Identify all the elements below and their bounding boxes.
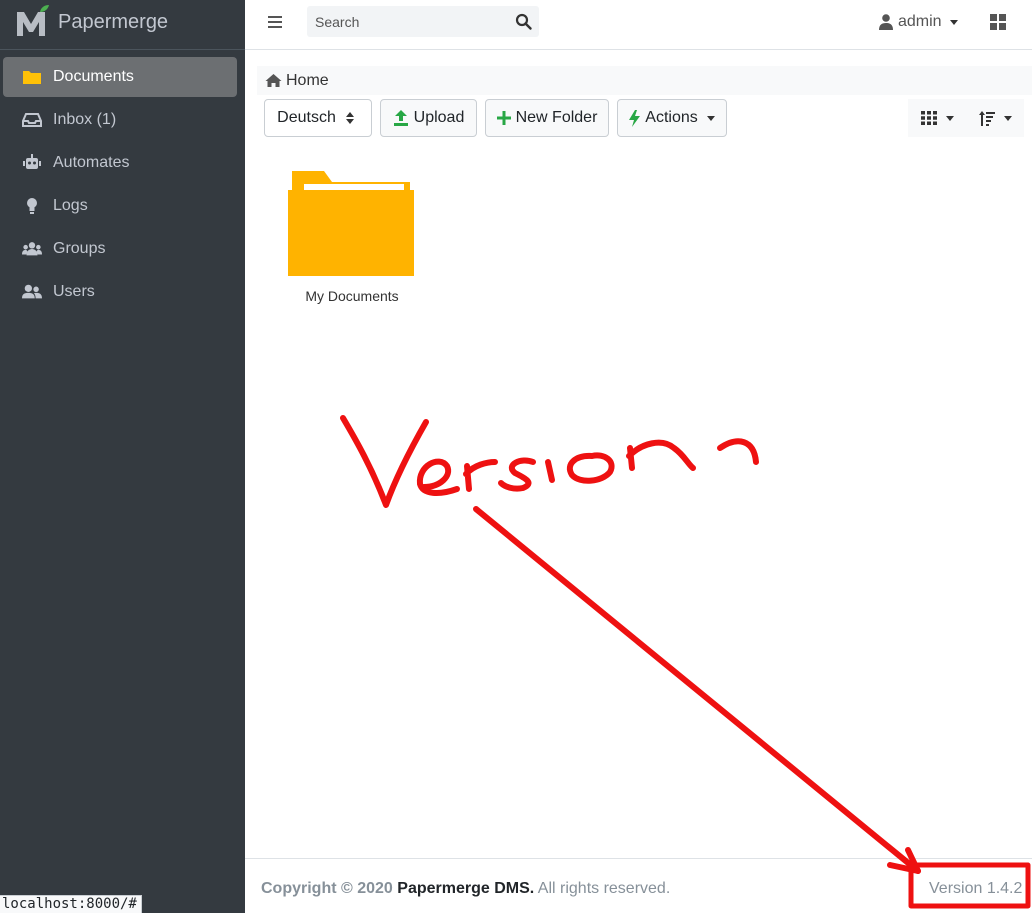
grid-view-icon [920, 111, 937, 125]
sidebar-item-groups[interactable]: Groups [3, 229, 237, 269]
sidebar-item-automates[interactable]: Automates [3, 143, 237, 183]
robot-icon [23, 154, 41, 169]
actions-label: Actions [645, 109, 698, 126]
copyright-suffix: All rights reserved. [537, 880, 671, 897]
select-arrows-icon [345, 112, 354, 124]
sidebar-item-documents[interactable]: Documents [3, 57, 237, 97]
folder-item[interactable]: My Documents [288, 170, 416, 310]
sidebar-item-label: Automates [53, 154, 130, 171]
chevron-down-icon [945, 115, 954, 121]
copyright-text: Copyright © 2020 Papermerge DMS. All rig… [261, 880, 670, 898]
papermerge-logo-icon [17, 5, 49, 36]
url-status-bar: localhost:8000/# [0, 895, 142, 913]
folder-icon [23, 71, 41, 84]
sidebar-nav: Documents Inbox (1) Automates Logs Group… [0, 57, 245, 315]
footer: Copyright © 2020 Papermerge DMS. All rig… [245, 858, 1032, 913]
plus-icon [496, 111, 511, 125]
folder-icon [288, 171, 414, 276]
copyright-brand[interactable]: Papermerge DMS. [397, 880, 534, 897]
folder-name: My Documents [305, 288, 399, 304]
sidebar-item-label: Users [53, 283, 95, 300]
new-folder-button[interactable]: New Folder [485, 99, 609, 137]
search-input[interactable] [307, 6, 507, 37]
actions-dropdown[interactable]: Actions [617, 99, 727, 137]
view-mode-dropdown[interactable] [908, 99, 966, 137]
language-select[interactable]: Deutsch [264, 99, 372, 137]
upload-label: Upload [413, 109, 465, 126]
bolt-icon [629, 109, 641, 127]
chevron-down-icon [706, 115, 715, 121]
inbox-icon [22, 113, 42, 127]
sidebar-item-label: Logs [53, 197, 88, 214]
sidebar-item-inbox[interactable]: Inbox (1) [3, 100, 237, 140]
new-folder-label: New Folder [515, 109, 598, 126]
copyright-prefix: Copyright © 2020 [261, 880, 393, 897]
sidebar: Papermerge Documents Inbox (1) Automates… [0, 0, 245, 913]
brand[interactable]: Papermerge [0, 0, 245, 50]
upload-button[interactable]: Upload [380, 99, 477, 137]
search-icon[interactable] [515, 13, 533, 31]
user-friends-icon [22, 284, 42, 299]
sidebar-item-label: Groups [53, 240, 106, 257]
breadcrumb-home[interactable]: Home [286, 72, 329, 90]
users-group-icon [22, 242, 42, 256]
version-text: Version 1.4.2 [929, 880, 1023, 897]
lightbulb-icon [27, 198, 37, 214]
upload-icon [393, 110, 408, 126]
language-value: Deutsch [277, 109, 336, 126]
chevron-down-icon [949, 19, 958, 25]
user-menu[interactable]: admin [879, 10, 958, 34]
search-box [307, 6, 539, 37]
brand-name: Papermerge [58, 11, 169, 33]
sidebar-item-label: Inbox (1) [53, 111, 117, 128]
user-icon [879, 14, 893, 30]
top-navbar: admin [245, 0, 1032, 50]
sort-dropdown[interactable] [966, 99, 1024, 137]
chevron-down-icon [1003, 115, 1012, 121]
sort-icon [978, 110, 995, 126]
apps-grid-icon[interactable] [990, 14, 1006, 30]
breadcrumb: Home [257, 66, 1032, 95]
sidebar-item-label: Documents [53, 68, 134, 85]
hamburger-menu-icon[interactable] [267, 13, 285, 31]
sidebar-item-logs[interactable]: Logs [3, 186, 237, 226]
sidebar-item-users[interactable]: Users [3, 272, 237, 312]
user-name: admin [898, 13, 942, 30]
home-icon [265, 74, 282, 87]
